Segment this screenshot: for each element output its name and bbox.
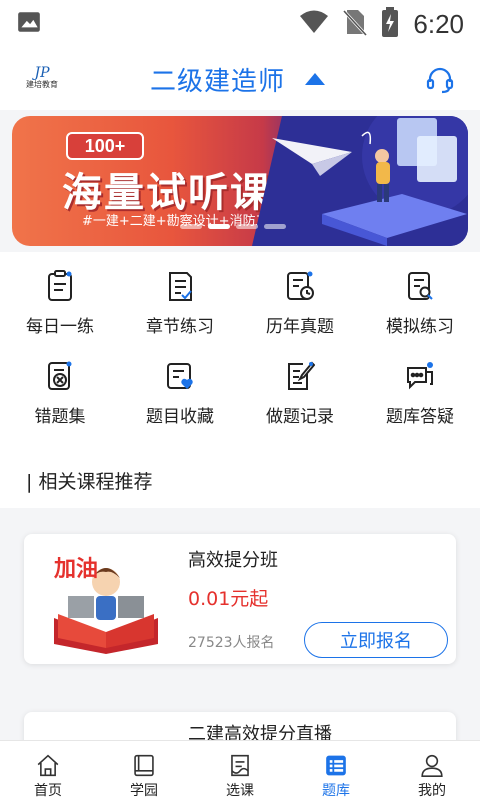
- menu-label: 模拟练习: [386, 317, 454, 337]
- menu-label: 错题集: [34, 407, 86, 427]
- logo-text: 建培教育: [26, 80, 58, 89]
- pagination-dot[interactable]: [264, 224, 286, 229]
- menu-label: 题库答疑: [386, 407, 454, 427]
- daily-practice-icon: [48, 270, 72, 301]
- headset-icon[interactable]: [424, 64, 456, 96]
- past-exams-icon: [287, 271, 314, 300]
- menu-item-favorites[interactable]: 题目收藏: [120, 360, 240, 450]
- mock-exam-icon: [408, 272, 433, 300]
- enroll-button[interactable]: 立即报名: [304, 622, 448, 658]
- banner-pagination: [180, 224, 286, 229]
- home-icon: [37, 754, 59, 777]
- wifi-icon: [299, 9, 329, 39]
- pagination-dot[interactable]: [180, 224, 202, 229]
- course-select-icon: [231, 754, 249, 777]
- nav-item-profile[interactable]: 我的: [384, 741, 480, 800]
- feature-menu: 每日一练 章节练习 历年真题 模拟练习 错题集 题目收藏 做题记录 题库答疑: [0, 252, 480, 452]
- menu-item-past-exams[interactable]: 历年真题: [240, 270, 360, 360]
- course-title: 高效提分班: [188, 550, 278, 571]
- battery-charging-icon: [381, 7, 399, 41]
- nav-item-courses[interactable]: 选课: [192, 741, 288, 800]
- book-icon: [134, 754, 154, 777]
- menu-item-daily-practice[interactable]: 每日一练: [0, 270, 120, 360]
- app-header: JP 建培教育 二级建造师: [0, 48, 480, 110]
- nav-item-home[interactable]: 首页: [0, 741, 96, 800]
- thumb-text: 加油: [53, 557, 98, 582]
- pagination-dot-active[interactable]: [208, 224, 230, 229]
- nav-label: 题库: [322, 783, 350, 799]
- bottom-nav: 首页 学园 选课 题库 我的: [0, 740, 480, 800]
- menu-item-mock-exam[interactable]: 模拟练习: [360, 270, 480, 360]
- favorites-icon: [167, 363, 193, 389]
- nav-label: 学园: [130, 783, 158, 799]
- nav-label: 首页: [34, 783, 62, 799]
- menu-item-qa[interactable]: 题库答疑: [360, 360, 480, 450]
- qa-chat-icon: [407, 362, 433, 390]
- exam-selector[interactable]: 二级建造师: [150, 62, 326, 97]
- menu-item-history-record[interactable]: 做题记录: [240, 360, 360, 450]
- logo-mark: JP: [34, 65, 50, 81]
- nav-item-question-bank[interactable]: 题库: [288, 741, 384, 800]
- caret-up-icon: [305, 73, 326, 85]
- status-time: 6:20: [413, 8, 464, 39]
- page-title: 二级建造师: [150, 66, 286, 97]
- nav-label: 我的: [418, 783, 446, 799]
- question-bank-icon: [326, 755, 346, 776]
- section-heading: | 相关课程推荐: [0, 452, 480, 508]
- section-title: | 相关课程推荐: [26, 470, 153, 493]
- brand-logo[interactable]: JP 建培教育: [22, 58, 62, 98]
- cheer-student-illustration: 加油: [53, 557, 158, 654]
- menu-item-wrong-questions[interactable]: 错题集: [0, 360, 120, 450]
- enrolled-count: 27523人报名: [188, 635, 275, 651]
- history-record-icon: [288, 361, 315, 390]
- nav-label: 选课: [226, 783, 254, 799]
- wrong-questions-icon: [48, 361, 72, 390]
- menu-label: 章节练习: [146, 317, 214, 337]
- course-card[interactable]: 加油 高效提分班 0.01元起 27523人报名 立即报名: [24, 534, 456, 664]
- chapter-practice-icon: [169, 272, 192, 301]
- menu-label: 每日一练: [26, 317, 94, 337]
- course-price: 0.01元起: [188, 588, 269, 610]
- menu-item-chapter-practice[interactable]: 章节练习: [120, 270, 240, 360]
- menu-label: 题目收藏: [146, 407, 214, 427]
- nav-item-study[interactable]: 学园: [96, 741, 192, 800]
- pagination-dot[interactable]: [236, 224, 258, 229]
- app-screen: 6:20 JP 建培教育 二级建造师 100+ 海量试听课程 #一建+二建+勘察…: [0, 0, 480, 800]
- profile-icon: [421, 754, 443, 778]
- no-sim-icon: [343, 8, 368, 40]
- banner-badge: 100+: [66, 132, 144, 160]
- image-icon: [16, 9, 42, 39]
- menu-label: 历年真题: [266, 317, 334, 337]
- menu-label: 做题记录: [266, 407, 334, 427]
- status-bar: 6:20: [0, 0, 480, 48]
